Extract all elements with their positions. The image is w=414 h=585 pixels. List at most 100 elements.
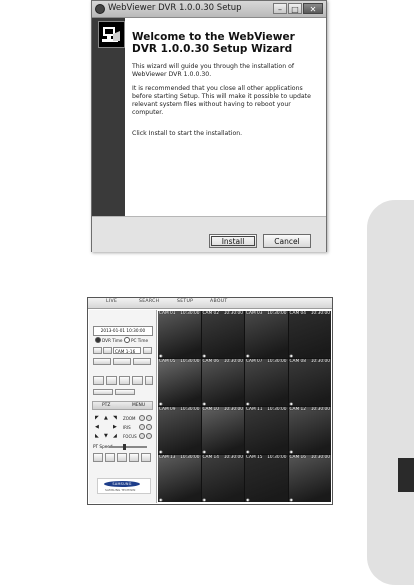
- focus-near-icon[interactable]: [139, 433, 145, 439]
- camera-time: 10:30:00: [267, 359, 287, 364]
- camera-tile[interactable]: CAM 05 10:30:00 ◉: [158, 359, 201, 406]
- camera-tile[interactable]: CAM 11 10:30:00 ◉: [245, 407, 288, 454]
- prev-button[interactable]: [93, 358, 111, 365]
- toggle-button[interactable]: [115, 389, 135, 395]
- wizard-recommendation: It is recommended that you close all oth…: [132, 85, 311, 116]
- menu-live[interactable]: LIVE: [106, 299, 117, 304]
- menu-search[interactable]: SEARCH: [139, 299, 159, 304]
- menu-about[interactable]: ABOUT: [210, 299, 228, 304]
- iris-open-icon[interactable]: [139, 424, 145, 430]
- arrow-up-right-icon[interactable]: ◥: [113, 415, 117, 421]
- arrow-up-left-icon[interactable]: ◤: [95, 415, 99, 421]
- camera-status-icon: ◉: [202, 449, 207, 454]
- camera-tile[interactable]: CAM 12 10:30:00 ◉: [288, 407, 331, 454]
- ptz-direction-pad[interactable]: ◤ ▲ ◥ ◀ ▶ ◣ ▼ ◢: [95, 415, 119, 439]
- install-button[interactable]: Install: [209, 234, 257, 248]
- camera-status-icon: ◉: [159, 401, 163, 406]
- camera-status-icon: ◉: [289, 449, 294, 454]
- camera-status-icon: ◉: [246, 449, 250, 454]
- arrow-down-left-icon[interactable]: ◣: [95, 433, 99, 439]
- camera-tile[interactable]: CAM 15 10:30:00 ◉: [245, 455, 288, 502]
- camera-label: CAM 12: [289, 407, 306, 412]
- camera-tile[interactable]: CAM 01 10:30:00 ◉: [158, 311, 201, 358]
- preset-icon[interactable]: [105, 453, 115, 462]
- arrow-right-icon[interactable]: ▶: [113, 424, 117, 430]
- camera-tile[interactable]: CAM 16 10:30:00 ◉: [288, 455, 331, 502]
- minimize-button[interactable]: –: [273, 3, 287, 14]
- focus-far-icon[interactable]: [146, 433, 152, 439]
- arrow-left-icon[interactable]: ◀: [95, 424, 99, 430]
- camera-time: 10:30:00: [223, 407, 243, 412]
- ptz-label: PTZ: [102, 403, 111, 408]
- camera-tile[interactable]: CAM 08 10:30:00 ◉: [288, 359, 331, 406]
- camera-tile[interactable]: CAM 14 10:30:00 ◉: [201, 455, 244, 502]
- preset-icon[interactable]: [117, 453, 127, 462]
- installer-logo-icon: [98, 21, 125, 48]
- samsung-techwin-text: SAMSUNG TECHWIN: [105, 488, 136, 492]
- menu-label[interactable]: MENU: [132, 403, 145, 408]
- pc-time-radio[interactable]: PC Time: [124, 337, 148, 343]
- camera-tile[interactable]: CAM 04 10:30:00 ◉: [288, 311, 331, 358]
- camera-label: CAM 16: [289, 455, 306, 460]
- camera-time: 10:30:00: [180, 359, 200, 364]
- camera-time: 10:30:00: [267, 455, 287, 460]
- camera-label: CAM 07: [246, 359, 263, 364]
- camera-tile[interactable]: CAM 02 10:30:00 ◉: [201, 311, 244, 358]
- iris-close-icon[interactable]: [146, 424, 152, 430]
- arrow-down-icon[interactable]: ▼: [104, 433, 108, 439]
- layout-button[interactable]: [93, 347, 102, 354]
- iris-label: IRIS: [123, 425, 131, 430]
- pt-speed-handle[interactable]: [123, 444, 126, 450]
- channel-select[interactable]: CAM 1-16: [113, 347, 141, 354]
- arrow-up-icon[interactable]: ▲: [104, 415, 108, 421]
- zoom-out-icon[interactable]: [146, 415, 152, 421]
- audio-icon[interactable]: [132, 376, 143, 385]
- arrow-down-right-icon[interactable]: ◢: [113, 433, 117, 439]
- grid-icon[interactable]: [143, 347, 152, 354]
- camera-status-icon: ◉: [246, 497, 250, 502]
- camera-tile[interactable]: CAM 10 10:30:00 ◉: [201, 407, 244, 454]
- record-icon[interactable]: [119, 376, 130, 385]
- close-button[interactable]: ✕: [303, 3, 323, 14]
- play-button[interactable]: [113, 358, 131, 365]
- preset-icon[interactable]: [129, 453, 139, 462]
- camera-grid: CAM 01 10:30:00 ◉ CAM 02 10:30:00 ◉ CAM 03 10:3…: [158, 311, 331, 502]
- zoom-in-icon[interactable]: [139, 415, 145, 421]
- camera-tile[interactable]: CAM 06 10:30:00 ◉: [201, 359, 244, 406]
- preset-icon[interactable]: [93, 453, 103, 462]
- camera-tile[interactable]: CAM 07 10:30:00 ◉: [245, 359, 288, 406]
- layout-button[interactable]: [103, 347, 112, 354]
- camera-tile[interactable]: CAM 03 10:30:00 ◉: [245, 311, 288, 358]
- camera-label: CAM 14: [202, 455, 219, 460]
- camera-label: CAM 06: [202, 359, 219, 364]
- camera-label: CAM 15: [246, 455, 263, 460]
- camera-label: CAM 09: [159, 407, 176, 412]
- fullscreen-icon[interactable]: [145, 376, 153, 385]
- window-controls: – □ ✕: [273, 3, 323, 14]
- setup-window: WebViewer DVR 1.0.0.30 Setup – □ ✕ Welco…: [91, 0, 327, 252]
- camera-status-icon: ◉: [289, 353, 294, 358]
- camera-time: 10:30:00: [310, 311, 330, 316]
- camera-status-icon: ◉: [159, 449, 163, 454]
- cancel-button[interactable]: Cancel: [263, 234, 311, 248]
- camera-time: 10:30:00: [310, 407, 330, 412]
- camera-time: 10:30:00: [267, 311, 287, 316]
- toggle-button[interactable]: [93, 389, 113, 395]
- control-panel: 2013-01-01 10:30:00 DVR Time PC Time CAM…: [89, 310, 157, 503]
- camera-label: CAM 03: [246, 311, 263, 316]
- camera-status-icon: ◉: [202, 497, 207, 502]
- camera-status-icon: ◉: [159, 353, 163, 358]
- pt-speed-track[interactable]: [109, 446, 147, 448]
- camera-tile[interactable]: CAM 09 10:30:00 ◉: [158, 407, 201, 454]
- menu-setup[interactable]: SETUP: [177, 299, 193, 304]
- maximize-button[interactable]: □: [288, 3, 302, 14]
- title-bar[interactable]: WebViewer DVR 1.0.0.30 Setup – □ ✕: [92, 1, 326, 18]
- camera-label: CAM 05: [159, 359, 176, 364]
- print-icon[interactable]: [106, 376, 117, 385]
- capture-icon[interactable]: [93, 376, 104, 385]
- dvr-time-radio[interactable]: DVR Time: [95, 337, 123, 343]
- camera-label: CAM 11: [246, 407, 263, 412]
- next-button[interactable]: [133, 358, 151, 365]
- camera-tile[interactable]: CAM 13 10:30:00 ◉: [158, 455, 201, 502]
- preset-icon[interactable]: [141, 453, 151, 462]
